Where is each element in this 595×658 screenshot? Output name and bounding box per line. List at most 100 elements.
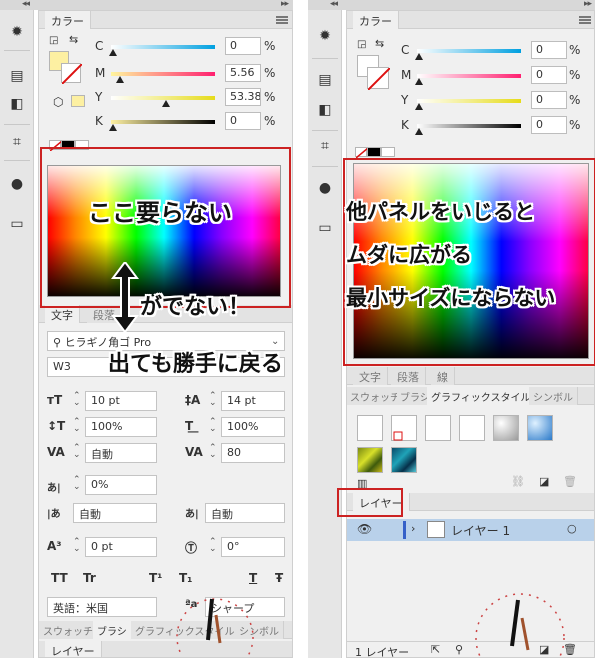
tab-swatches[interactable]: スウォッチ xyxy=(39,621,98,639)
kerning-field[interactable]: 自動 xyxy=(85,443,157,463)
slider-thumb-y[interactable] xyxy=(415,103,423,110)
rotation-stepper[interactable]: ⌃ ⌄ xyxy=(209,538,217,554)
color-guide-icon[interactable]: ✹ xyxy=(6,22,28,42)
slider-track-y[interactable] xyxy=(417,99,521,103)
tsume-stepper[interactable]: ⌃ ⌄ xyxy=(73,476,81,492)
slider-track-k[interactable] xyxy=(111,120,215,124)
value-input-y[interactable]: 0 xyxy=(531,91,567,109)
value-input-m[interactable]: 5.56 xyxy=(225,64,261,82)
kerning-stepper[interactable]: ⌃ ⌄ xyxy=(73,444,81,460)
export-icon[interactable]: ⇱ xyxy=(431,643,440,656)
superscript-button[interactable]: T¹ xyxy=(149,571,162,585)
layer-name[interactable]: レイヤー 1 xyxy=(451,522,510,539)
align-icon[interactable]: ▤ xyxy=(6,66,28,86)
slider-track-c[interactable] xyxy=(417,49,521,53)
value-input-k[interactable]: 0 xyxy=(225,112,261,130)
swap-arrows-icon[interactable]: ⇆ xyxy=(69,33,78,46)
horizontal-scale-stepper[interactable]: ⌃ ⌄ xyxy=(209,418,217,434)
underline-button[interactable]: T xyxy=(249,571,257,585)
panel-menu-icon[interactable] xyxy=(579,16,591,24)
slider-thumb-m[interactable] xyxy=(116,76,124,83)
graphic-style-red-slash[interactable] xyxy=(391,415,417,441)
slider-thumb-m[interactable] xyxy=(415,78,423,85)
tsume-field[interactable]: 0% xyxy=(85,475,157,495)
value-input-y[interactable]: 53.38 xyxy=(225,88,261,106)
graphic-style-default[interactable] xyxy=(357,415,383,441)
graphic-style-double[interactable] xyxy=(459,415,485,441)
tab-swatches[interactable]: スウォッチ xyxy=(347,387,404,405)
subscript-button[interactable]: T₁ xyxy=(179,571,192,585)
gradient-icon[interactable]: ▭ xyxy=(314,218,336,238)
stroke-swatch[interactable] xyxy=(61,63,82,84)
baseline-shift-field[interactable]: 0 pt xyxy=(85,537,157,557)
pathfinder-icon[interactable]: ◧ xyxy=(6,94,28,114)
horizontal-scale-field[interactable]: 100% xyxy=(221,417,285,437)
unlink-icon[interactable]: ⛓ xyxy=(511,475,525,488)
expand-icon[interactable]: ▸▸ xyxy=(584,0,592,9)
value-input-k[interactable]: 0 xyxy=(531,116,567,134)
rotation-field[interactable]: 0° xyxy=(221,537,285,557)
new-style-icon[interactable]: ◪ xyxy=(539,475,549,488)
vertical-scale-stepper[interactable]: ⌃ ⌄ xyxy=(73,418,81,434)
collapse-icon[interactable]: ◂◂ xyxy=(22,0,30,9)
slider-thumb-k[interactable] xyxy=(109,124,117,131)
slider-thumb-c[interactable] xyxy=(109,49,117,56)
baseline-shift-stepper[interactable]: ⌃ ⌄ xyxy=(73,538,81,554)
value-input-m[interactable]: 0 xyxy=(531,66,567,84)
white-swatch[interactable] xyxy=(381,147,395,157)
search-icon[interactable]: ⚲ xyxy=(455,643,463,656)
font-size-field[interactable]: 10 pt xyxy=(85,391,157,411)
transform-icon[interactable]: ⌗ xyxy=(314,136,336,156)
graphic-style-plain[interactable] xyxy=(425,415,451,441)
tracking-field[interactable]: 80 xyxy=(221,443,285,463)
tab-stroke[interactable]: 線 xyxy=(431,367,455,385)
appearance-icon[interactable]: ● xyxy=(314,178,336,198)
eye-icon[interactable]: 👁 xyxy=(357,522,372,536)
graphic-style-teal[interactable] xyxy=(391,447,417,473)
black-swatch[interactable] xyxy=(367,147,381,157)
tab-color[interactable]: カラー xyxy=(45,11,91,29)
swap-arrows-icon[interactable]: ⇆ xyxy=(375,37,384,50)
tab-graphic-styles[interactable]: グラフィックスタイル xyxy=(427,387,536,405)
tab-symbols[interactable]: シンボル xyxy=(529,387,578,405)
stroke-swatch[interactable] xyxy=(367,67,390,90)
slider-thumb-y[interactable] xyxy=(162,100,170,107)
tab-layers[interactable]: レイヤー xyxy=(45,641,102,657)
slider-thumb-c[interactable] xyxy=(415,53,423,60)
tab-brushes[interactable]: ブラシ xyxy=(93,621,132,639)
tab-character[interactable]: 文字 xyxy=(353,367,388,385)
graphic-style-marble[interactable] xyxy=(357,447,383,473)
slider-track-m[interactable] xyxy=(111,72,215,76)
color-guide-icon[interactable]: ✹ xyxy=(314,26,336,46)
graphic-style-gray[interactable] xyxy=(493,415,519,441)
out-of-gamut-icon[interactable]: ⬡ xyxy=(53,95,63,109)
value-input-c[interactable]: 0 xyxy=(225,37,261,55)
graphic-style-blue[interactable] xyxy=(527,415,553,441)
language-field[interactable]: 英語：米国 xyxy=(47,597,157,617)
none-swatch[interactable] xyxy=(355,147,368,158)
transform-icon[interactable]: ⌗ xyxy=(6,132,28,152)
all-caps-button[interactable]: TT xyxy=(51,571,68,585)
expand-chevron-icon[interactable]: › xyxy=(411,522,415,535)
tracking-stepper[interactable]: ⌃ ⌄ xyxy=(209,444,217,460)
slider-track-k[interactable] xyxy=(417,124,521,128)
gradient-icon[interactable]: ▭ xyxy=(6,214,28,234)
vertical-scale-field[interactable]: 100% xyxy=(85,417,157,437)
swap-icon[interactable]: ◲ xyxy=(357,39,366,50)
panel-menu-icon[interactable] xyxy=(276,16,288,24)
small-caps-button[interactable]: Tr xyxy=(83,571,96,585)
target-icon[interactable]: ○ xyxy=(567,522,577,535)
pathfinder-icon[interactable]: ◧ xyxy=(314,100,336,120)
collapse-icon[interactable]: ◂◂ xyxy=(330,0,338,9)
leading-field[interactable]: 14 pt xyxy=(221,391,285,411)
tab-color[interactable]: カラー xyxy=(353,11,399,29)
layer-row[interactable]: 👁 › レイヤー 1 ○ xyxy=(347,519,594,541)
aki-left-field[interactable]: 自動 xyxy=(73,503,157,523)
value-input-c[interactable]: 0 xyxy=(531,41,567,59)
swap-icon[interactable]: ◲ xyxy=(49,35,58,46)
appearance-icon[interactable]: ● xyxy=(6,174,28,194)
slider-thumb-k[interactable] xyxy=(415,128,423,135)
slider-track-c[interactable] xyxy=(111,45,215,49)
expand-icon[interactable]: ▸▸ xyxy=(281,0,289,9)
leading-stepper[interactable]: ⌃ ⌄ xyxy=(209,392,217,408)
